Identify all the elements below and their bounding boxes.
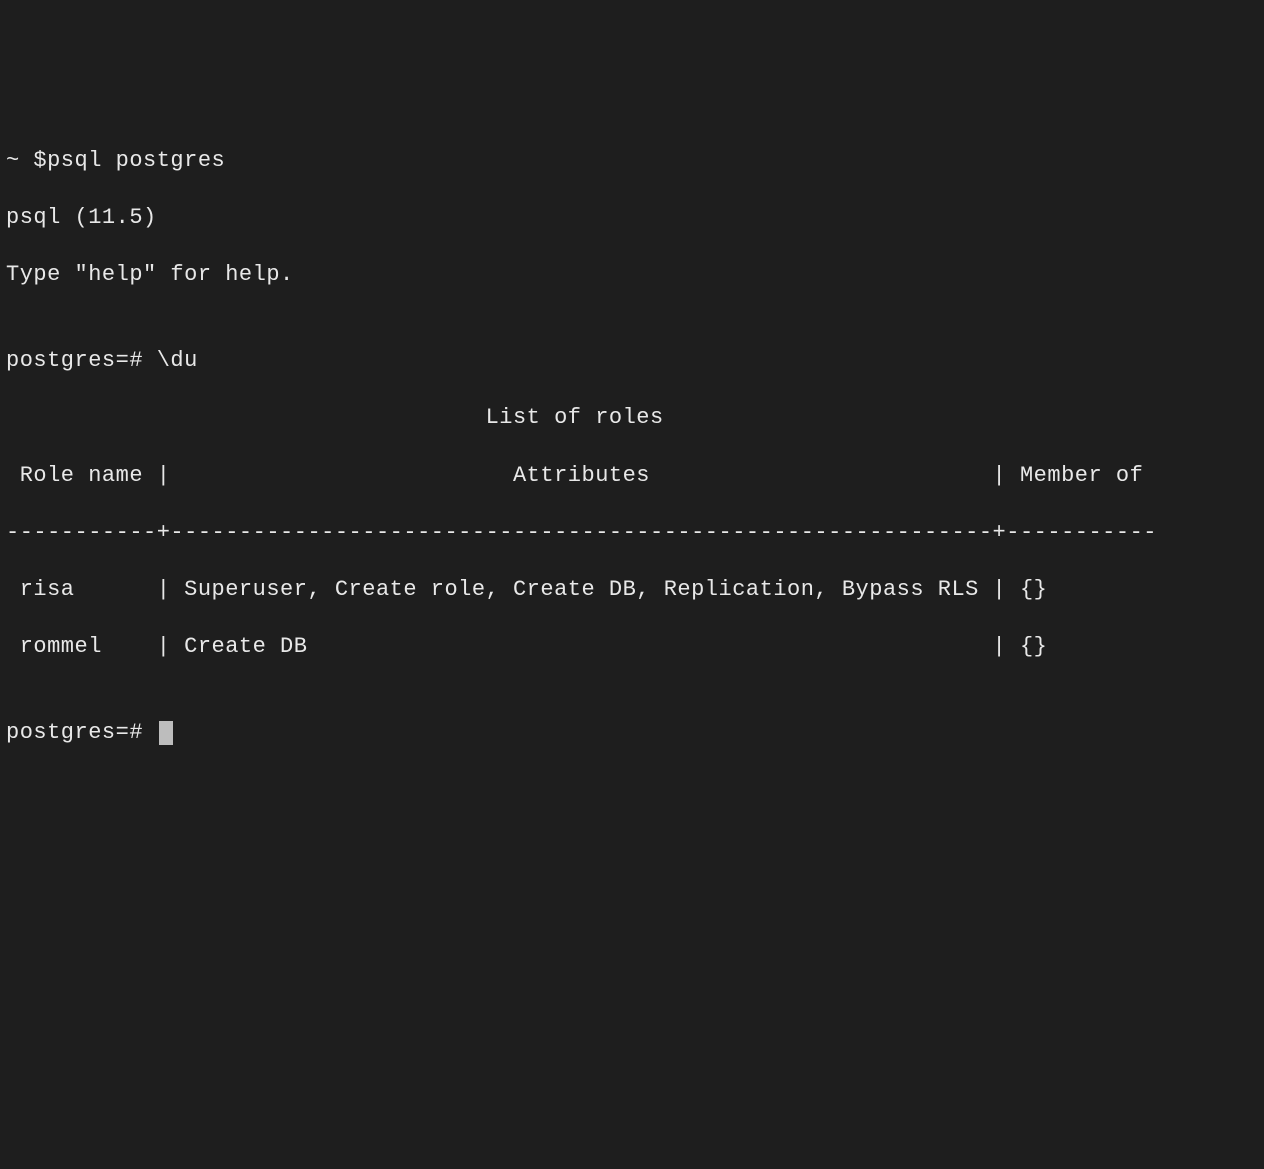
- cursor-icon: [159, 721, 173, 745]
- roles-header-line: Role name | Attributes | Member of: [6, 462, 1264, 491]
- psql-help-hint-line: Type "help" for help.: [6, 261, 1264, 290]
- psql-version-line: psql (11.5): [6, 204, 1264, 233]
- table-row: risa | Superuser, Create role, Create DB…: [6, 576, 1264, 605]
- psql-prompt-line[interactable]: postgres=#: [6, 719, 1264, 748]
- psql-du-command-line: postgres=# \du: [6, 347, 1264, 376]
- terminal-window[interactable]: ~ $psql postgres psql (11.5) Type "help"…: [6, 118, 1264, 1026]
- table-row: rommel | Create DB | {}: [6, 633, 1264, 662]
- psql-prompt-text: postgres=#: [6, 720, 157, 745]
- shell-command-line: ~ $psql postgres: [6, 147, 1264, 176]
- roles-separator-line: -----------+----------------------------…: [6, 519, 1264, 548]
- roles-title-line: List of roles: [6, 404, 1264, 433]
